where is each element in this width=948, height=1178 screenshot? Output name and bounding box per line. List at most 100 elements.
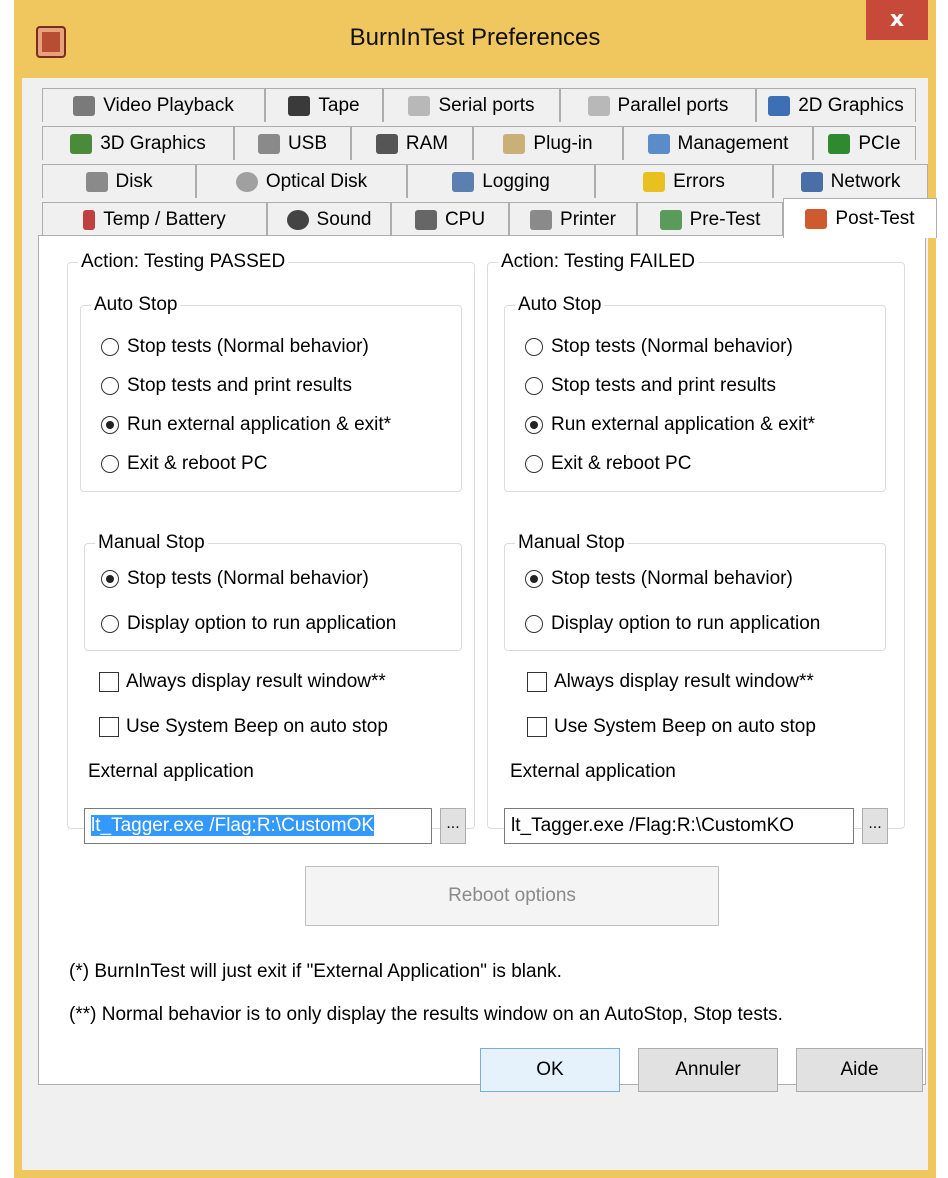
parallel-port-icon: [587, 95, 610, 116]
checkbox[interactable]: [99, 672, 119, 692]
tab-disk[interactable]: Disk: [42, 164, 196, 198]
post-test-icon: [805, 208, 828, 229]
usb-icon: [257, 133, 280, 154]
cpu-icon: [414, 209, 437, 230]
group-testing-failed: Action: Testing FAILED Auto Stop Stop te…: [487, 251, 905, 844]
3d-graphics-icon: [70, 133, 93, 154]
radio-button-selected[interactable]: [101, 570, 119, 588]
failed-manual-stop-label: Manual Stop: [515, 532, 628, 554]
tab-2d-graphics[interactable]: 2D Graphics: [756, 88, 916, 122]
passed-external-app-input[interactable]: lt_Tagger.exe /Flag:R:\CustomOK: [84, 808, 432, 844]
close-button[interactable]: x: [866, 0, 928, 40]
pcie-icon: [828, 133, 851, 154]
failed-browse-button[interactable]: ...: [862, 808, 888, 844]
ram-icon: [375, 133, 398, 154]
radio-button[interactable]: [525, 338, 543, 356]
radio-button[interactable]: [525, 377, 543, 395]
radio-button-selected[interactable]: [101, 416, 119, 434]
note-external-app: (*) BurnInTest will just exit if "Extern…: [69, 961, 562, 982]
logging-icon: [452, 171, 475, 192]
failed-manual-stop-option[interactable]: Display option to run application: [525, 613, 820, 635]
help-button[interactable]: Aide: [796, 1048, 923, 1092]
tab-3d-graphics[interactable]: 3D Graphics: [42, 126, 234, 160]
network-icon: [800, 171, 823, 192]
optical-disk-icon: [235, 171, 258, 192]
failed-auto-stop-option[interactable]: Stop tests (Normal behavior): [525, 336, 793, 358]
radio-button[interactable]: [101, 455, 119, 473]
post-test-panel: Action: Testing PASSED Auto Stop Stop te…: [38, 235, 926, 1085]
failed-heading: Action: Testing FAILED: [498, 251, 698, 273]
failed-external-app-label: External application: [510, 761, 676, 782]
checkbox[interactable]: [99, 717, 119, 737]
reboot-options-button[interactable]: Reboot options: [305, 866, 719, 926]
checkbox[interactable]: [527, 672, 547, 692]
window-title: BurnInTest Preferences: [349, 24, 601, 51]
tab-video-playback[interactable]: Video Playback: [42, 88, 265, 122]
passed-auto-stop-group: Auto Stop Stop tests (Normal behavior) S…: [80, 294, 462, 492]
passed-system-beep-checkbox[interactable]: Use System Beep on auto stop: [99, 716, 388, 738]
speaker-icon: [286, 209, 309, 230]
tab-parallel-ports[interactable]: Parallel ports: [560, 88, 756, 122]
tab-temp-battery[interactable]: Temp / Battery: [42, 202, 267, 236]
tab-tape[interactable]: Tape: [265, 88, 383, 122]
tab-row-3: Disk Optical Disk Logging Errors Network: [42, 164, 928, 200]
failed-auto-stop-group: Auto Stop Stop tests (Normal behavior) S…: [504, 294, 886, 492]
passed-manual-stop-label: Manual Stop: [95, 532, 208, 554]
tab-errors[interactable]: Errors: [595, 164, 773, 198]
dialog-client-area: Video Playback Tape Serial ports Paralle…: [22, 78, 937, 1170]
disk-icon: [85, 171, 108, 192]
radio-button-selected[interactable]: [525, 570, 543, 588]
checkbox[interactable]: [527, 717, 547, 737]
tab-row-1: Video Playback Tape Serial ports Paralle…: [42, 88, 916, 124]
tab-ram[interactable]: RAM: [351, 126, 473, 160]
passed-external-app-label: External application: [88, 761, 254, 782]
cancel-button[interactable]: Annuler: [638, 1048, 778, 1092]
failed-always-display-checkbox[interactable]: Always display result window**: [527, 671, 814, 693]
passed-auto-stop-option[interactable]: Run external application & exit*: [101, 414, 391, 436]
radio-button[interactable]: [101, 338, 119, 356]
tab-row-4: Temp / Battery Sound CPU Printer Pre-Tes…: [42, 198, 937, 238]
tab-management[interactable]: Management: [623, 126, 813, 160]
preferences-window: BurnInTest Preferences x Video Playback …: [14, 0, 937, 1178]
radio-button-selected[interactable]: [525, 416, 543, 434]
tab-pcie[interactable]: PCIe: [813, 126, 916, 160]
monitor-icon: [768, 95, 791, 116]
failed-external-app-input[interactable]: lt_Tagger.exe /Flag:R:\CustomKO: [504, 808, 854, 844]
warning-icon: [643, 171, 666, 192]
tab-cpu[interactable]: CPU: [391, 202, 509, 236]
tab-plug-in[interactable]: Plug-in: [473, 126, 623, 160]
failed-auto-stop-option[interactable]: Exit & reboot PC: [525, 453, 691, 475]
tab-pre-test[interactable]: Pre-Test: [637, 202, 783, 236]
tab-serial-ports[interactable]: Serial ports: [383, 88, 560, 122]
passed-browse-button[interactable]: ...: [440, 808, 466, 844]
printer-icon: [530, 209, 553, 230]
tab-printer[interactable]: Printer: [509, 202, 637, 236]
tab-usb[interactable]: USB: [234, 126, 351, 160]
passed-auto-stop-label: Auto Stop: [91, 294, 181, 316]
ok-button[interactable]: OK: [480, 1048, 620, 1092]
tab-post-test[interactable]: Post-Test: [783, 198, 937, 238]
tab-sound[interactable]: Sound: [267, 202, 391, 236]
tab-optical-disk[interactable]: Optical Disk: [196, 164, 407, 198]
tab-network[interactable]: Network: [773, 164, 928, 198]
failed-auto-stop-option[interactable]: Stop tests and print results: [525, 375, 776, 397]
radio-button[interactable]: [101, 377, 119, 395]
radio-button[interactable]: [525, 615, 543, 633]
passed-always-display-checkbox[interactable]: Always display result window**: [99, 671, 386, 693]
failed-system-beep-checkbox[interactable]: Use System Beep on auto stop: [527, 716, 816, 738]
radio-button[interactable]: [525, 455, 543, 473]
radio-button[interactable]: [101, 615, 119, 633]
passed-manual-stop-option[interactable]: Stop tests (Normal behavior): [101, 568, 369, 590]
passed-auto-stop-option[interactable]: Stop tests (Normal behavior): [101, 336, 369, 358]
failed-manual-stop-option[interactable]: Stop tests (Normal behavior): [525, 568, 793, 590]
thermometer-icon: [83, 209, 96, 230]
tape-icon: [288, 95, 311, 116]
title-bar[interactable]: BurnInTest Preferences x: [14, 0, 936, 78]
passed-auto-stop-option[interactable]: Exit & reboot PC: [101, 453, 267, 475]
failed-auto-stop-option[interactable]: Run external application & exit*: [525, 414, 815, 436]
passed-manual-stop-group: Manual Stop Stop tests (Normal behavior)…: [84, 532, 462, 651]
passed-auto-stop-option[interactable]: Stop tests and print results: [101, 375, 352, 397]
tab-logging[interactable]: Logging: [407, 164, 595, 198]
passed-manual-stop-option[interactable]: Display option to run application: [101, 613, 396, 635]
serial-port-icon: [408, 95, 431, 116]
